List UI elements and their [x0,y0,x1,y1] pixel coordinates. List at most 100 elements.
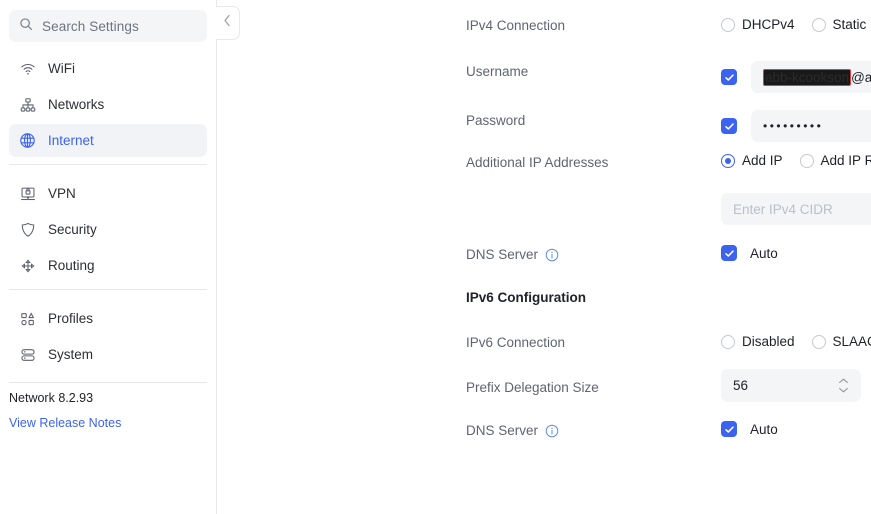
collapse-sidebar-button[interactable] [216,6,240,40]
password-input[interactable]: ••••••••• [751,110,871,142]
ipv6-dns-auto-checkbox[interactable] [721,421,737,437]
nav-group-primary: WiFi Networks Internet [0,48,216,157]
radio-dot-icon [811,17,826,32]
ipv4-dns-auto-control: Auto [721,245,778,261]
version-label: Network 8.2.93 [9,391,94,405]
sidebar-divider-1 [9,164,207,165]
radio-label: Static IP [832,17,871,32]
prefix-delegation-input[interactable]: 56 [721,369,861,402]
profiles-icon [19,310,36,327]
sidebar-item-wifi[interactable]: WiFi [9,52,207,85]
ipv4-dns-auto-checkbox[interactable] [721,245,737,261]
sidebar-item-label: Security [48,222,97,237]
additional-ip-radio-group: Add IP Add IP Range [721,153,871,168]
sidebar-item-system[interactable]: System [9,338,207,371]
search-icon [19,17,33,36]
radio-ipv6-slaac[interactable]: SLAAC [811,334,871,349]
username-redacted-value: abb-kcookson [763,68,852,86]
radio-label: Add IP [742,153,783,168]
password-control: ••••••••• [721,110,871,142]
sidebar-item-label: WiFi [48,61,75,76]
prefix-delegation-label-text: Prefix Delegation Size [466,380,599,395]
info-icon[interactable] [545,248,559,262]
main-panel: IPv4 Connection DHCPv4 Static IP PPPoE [216,0,871,514]
radio-ipv6-disabled[interactable]: Disabled [721,334,795,349]
nav-group-secondary: VPN Security Routing [0,173,216,282]
prefix-delegation-control: 56 [721,369,861,402]
password-label: Password [466,113,525,128]
wifi-icon [19,60,36,77]
ipv6-connection-label-text: IPv6 Connection [466,335,566,350]
ipv6-section-title: IPv6 Configuration [466,290,586,305]
password-label-text: Password [466,113,526,128]
sidebar-item-label: Profiles [48,311,94,326]
ipv4-connection-label-text: IPv4 Connection [466,18,566,33]
chevron-left-icon [223,14,232,32]
release-notes-link[interactable]: View Release Notes [9,416,207,430]
sidebar-item-label: VPN [48,186,76,201]
sidebar-item-label: Networks [48,97,105,112]
sidebar-item-security[interactable]: Security [9,213,207,246]
ipv6-dns-auto-label: Auto [750,421,778,437]
username-input[interactable]: abb-kcookson@aquiss.com [751,61,871,93]
additional-ip-label: Additional IP Addresses [466,155,608,170]
cidr-input[interactable]: Enter IPv4 CIDR [721,193,871,225]
radio-static-ip[interactable]: Static IP [811,17,871,32]
radio-label: Add IP Range [820,153,871,168]
sidebar-item-vpn[interactable]: VPN [9,177,207,210]
radio-dot-icon [721,17,735,32]
radio-dot-icon [721,334,735,349]
sidebar-divider-2 [9,289,207,290]
settings-window: Search Settings WiFi Networks Internet V… [0,0,871,514]
sidebar-footer: Network 8.2.93 View Release Notes [0,391,216,430]
sidebar-item-label: Internet [48,133,94,148]
ipv6-section-title-text: IPv6 Configuration [466,290,587,305]
prefix-delegation-label: Prefix Delegation Size [466,380,599,395]
radio-label: Disabled [742,334,795,349]
additional-ip-label-text: Additional IP Addresses [466,155,609,170]
radio-dot-icon [799,153,814,168]
ipv6-dns-label-text: DNS Server [466,423,539,438]
radio-add-ip[interactable]: Add IP [721,153,783,168]
sidebar-divider-3 [9,382,207,383]
username-label: Username [466,64,528,79]
ipv6-dns-label: DNS Server [466,423,559,438]
cidr-control: Enter IPv4 CIDR Add [721,193,871,225]
sidebar-item-internet[interactable]: Internet [9,124,207,157]
ipv6-dns-auto-control: Auto [721,421,778,437]
ipv4-dns-auto-label: Auto [750,245,778,261]
radio-label: SLAAC [832,334,871,349]
vpn-lock-icon [19,185,36,202]
sidebar-item-routing[interactable]: Routing [9,249,207,282]
nav-group-tertiary: Profiles System [0,298,216,371]
routing-icon [19,257,36,274]
password-enabled-checkbox[interactable] [721,118,737,134]
ipv4-dns-label-text: DNS Server [466,247,539,262]
password-value: ••••••••• [763,119,824,133]
username-domain-value: @aquiss.com [851,69,871,85]
shield-icon [19,221,36,238]
username-enabled-checkbox[interactable] [721,69,737,85]
radio-dot-icon [721,153,735,168]
search-placeholder: Search Settings [42,18,139,34]
ipv4-connection-label: IPv4 Connection [466,18,565,33]
globe-icon [19,132,36,149]
sidebar-item-label: Routing [48,258,95,273]
sidebar-item-profiles[interactable]: Profiles [9,302,207,335]
radio-dot-icon [811,334,826,349]
radio-label: DHCPv4 [742,17,795,32]
info-icon[interactable] [545,424,559,438]
system-icon [19,346,36,363]
username-label-text: Username [466,64,529,79]
ipv6-connection-label: IPv6 Connection [466,335,565,350]
sidebar: Search Settings WiFi Networks Internet V… [0,0,217,514]
stepper-arrows-icon[interactable] [838,378,849,393]
username-control: abb-kcookson@aquiss.com [721,61,871,93]
search-input[interactable]: Search Settings [9,10,207,42]
sidebar-item-networks[interactable]: Networks [9,88,207,121]
ipv4-connection-radio-group: DHCPv4 Static IP PPPoE DS-Lite [721,17,871,32]
radio-dhcpv4[interactable]: DHCPv4 [721,17,795,32]
radio-add-ip-range[interactable]: Add IP Range [799,153,871,168]
ipv4-dns-label: DNS Server [466,247,559,262]
prefix-delegation-value: 56 [733,378,749,393]
